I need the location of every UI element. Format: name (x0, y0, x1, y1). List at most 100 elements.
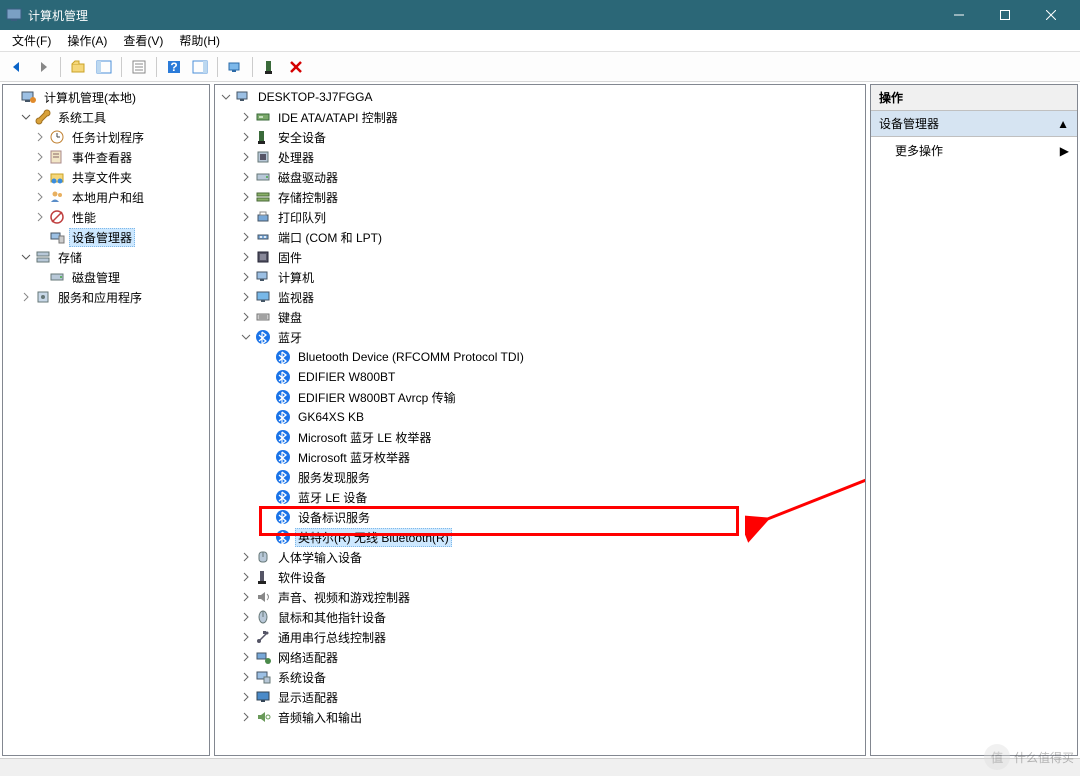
chevron-right-icon[interactable] (239, 290, 253, 304)
device-category[interactable]: 处理器 (215, 147, 865, 167)
device-category[interactable]: 声音、视频和游戏控制器 (215, 587, 865, 607)
chevron-right-icon[interactable] (33, 150, 47, 164)
bluetooth-device[interactable]: 服务发现服务 (215, 467, 865, 487)
show-hide-tree-button[interactable] (93, 56, 115, 78)
device-category[interactable]: 通用串行总线控制器 (215, 627, 865, 647)
performance-icon (49, 209, 65, 225)
device-category[interactable]: 软件设备 (215, 567, 865, 587)
minimize-button[interactable] (936, 0, 982, 30)
chevron-down-icon[interactable] (19, 250, 33, 264)
device-tree-pane[interactable]: DESKTOP-3J7FGGAIDE ATA/ATAPI 控制器安全设备处理器磁… (214, 84, 866, 756)
bluetooth-device[interactable]: Bluetooth Device (RFCOMM Protocol TDI) (215, 347, 865, 367)
chevron-right-icon[interactable] (239, 190, 253, 204)
device-category[interactable]: 鼠标和其他指针设备 (215, 607, 865, 627)
device-category[interactable]: 键盘 (215, 307, 865, 327)
chevron-right-icon[interactable] (239, 150, 253, 164)
menu-action[interactable]: 操作(A) (59, 30, 115, 51)
bluetooth-device[interactable]: 英特尔(R) 无线 Bluetooth(R) (215, 527, 865, 547)
chevron-right-icon[interactable] (239, 230, 253, 244)
chevron-right-icon[interactable] (239, 610, 253, 624)
computer-management-icon (21, 89, 37, 105)
close-button[interactable] (1028, 0, 1074, 30)
tree-event-viewer[interactable]: 事件查看器 (3, 147, 209, 167)
device-category[interactable]: 磁盘驱动器 (215, 167, 865, 187)
tree-root[interactable]: 计算机管理(本地) (3, 87, 209, 107)
chevron-right-icon[interactable] (239, 250, 253, 264)
device-category[interactable]: 安全设备 (215, 127, 865, 147)
tree-system-tools[interactable]: 系统工具 (3, 107, 209, 127)
chevron-right-icon[interactable] (33, 170, 47, 184)
chevron-right-icon[interactable] (33, 130, 47, 144)
add-legacy-button[interactable] (259, 56, 281, 78)
category-icon (255, 289, 271, 305)
watermark-text: 什么值得买 (1014, 749, 1074, 766)
device-category[interactable]: 人体学输入设备 (215, 547, 865, 567)
chevron-right-icon[interactable] (239, 710, 253, 724)
collapse-icon[interactable]: ▲ (1057, 117, 1069, 131)
chevron-down-icon[interactable] (239, 330, 253, 344)
console-tree-pane[interactable]: 计算机管理(本地) 系统工具 任务计划程序 事件查看器 共享文件夹 本地用户和组… (2, 84, 210, 756)
forward-button[interactable] (32, 56, 54, 78)
maximize-button[interactable] (982, 0, 1028, 30)
bluetooth-device[interactable]: Microsoft 蓝牙枚举器 (215, 447, 865, 467)
device-category[interactable]: 显示适配器 (215, 687, 865, 707)
device-category-bluetooth[interactable]: 蓝牙 (215, 327, 865, 347)
chevron-right-icon[interactable] (239, 550, 253, 564)
bluetooth-device[interactable]: 蓝牙 LE 设备 (215, 487, 865, 507)
menu-file[interactable]: 文件(F) (4, 30, 59, 51)
chevron-right-icon[interactable] (239, 630, 253, 644)
show-hide-action-button[interactable] (189, 56, 211, 78)
device-category[interactable]: 端口 (COM 和 LPT) (215, 227, 865, 247)
chevron-right-icon[interactable] (239, 270, 253, 284)
chevron-right-icon[interactable] (239, 170, 253, 184)
up-level-button[interactable] (67, 56, 89, 78)
bluetooth-device[interactable]: Microsoft 蓝牙 LE 枚举器 (215, 427, 865, 447)
category-icon (255, 129, 271, 145)
menu-help[interactable]: 帮助(H) (171, 30, 228, 51)
device-category[interactable]: 计算机 (215, 267, 865, 287)
tree-services-apps[interactable]: 服务和应用程序 (3, 287, 209, 307)
uninstall-button[interactable] (285, 56, 307, 78)
chevron-right-icon[interactable] (239, 570, 253, 584)
chevron-right-icon[interactable] (33, 210, 47, 224)
device-category[interactable]: 打印队列 (215, 207, 865, 227)
properties-button[interactable] (128, 56, 150, 78)
bluetooth-device[interactable]: GK64XS KB (215, 407, 865, 427)
device-category[interactable]: IDE ATA/ATAPI 控制器 (215, 107, 865, 127)
device-category[interactable]: 音频输入和输出 (215, 707, 865, 727)
bluetooth-device[interactable]: EDIFIER W800BT (215, 367, 865, 387)
tree-disk-management[interactable]: 磁盘管理 (3, 267, 209, 287)
device-category[interactable]: 系统设备 (215, 667, 865, 687)
back-button[interactable] (6, 56, 28, 78)
bluetooth-device[interactable]: 设备标识服务 (215, 507, 865, 527)
chevron-right-icon[interactable] (239, 590, 253, 604)
chevron-down-icon[interactable] (19, 110, 33, 124)
actions-category[interactable]: 设备管理器 ▲ (871, 111, 1077, 137)
tree-local-users[interactable]: 本地用户和组 (3, 187, 209, 207)
scan-hardware-button[interactable] (224, 56, 246, 78)
tree-performance[interactable]: 性能 (3, 207, 209, 227)
tree-shared-folders[interactable]: 共享文件夹 (3, 167, 209, 187)
bluetooth-device[interactable]: EDIFIER W800BT Avrcp 传输 (215, 387, 865, 407)
chevron-right-icon[interactable] (239, 210, 253, 224)
chevron-right-icon[interactable] (239, 110, 253, 124)
device-category[interactable]: 监视器 (215, 287, 865, 307)
chevron-right-icon[interactable] (239, 690, 253, 704)
chevron-right-icon[interactable] (239, 670, 253, 684)
device-category[interactable]: 固件 (215, 247, 865, 267)
chevron-right-icon[interactable] (239, 310, 253, 324)
tree-storage[interactable]: 存储 (3, 247, 209, 267)
tree-device-manager[interactable]: 设备管理器 (3, 227, 209, 247)
menu-view[interactable]: 查看(V) (115, 30, 171, 51)
chevron-right-icon[interactable] (19, 290, 33, 304)
chevron-down-icon[interactable] (219, 90, 233, 104)
chevron-right-icon[interactable] (33, 190, 47, 204)
tree-task-scheduler[interactable]: 任务计划程序 (3, 127, 209, 147)
chevron-right-icon[interactable] (239, 650, 253, 664)
more-actions[interactable]: 更多操作 ▶ (871, 137, 1077, 164)
chevron-right-icon[interactable] (239, 130, 253, 144)
help-button[interactable]: ? (163, 56, 185, 78)
device-category[interactable]: 网络适配器 (215, 647, 865, 667)
device-root[interactable]: DESKTOP-3J7FGGA (215, 87, 865, 107)
device-category[interactable]: 存储控制器 (215, 187, 865, 207)
